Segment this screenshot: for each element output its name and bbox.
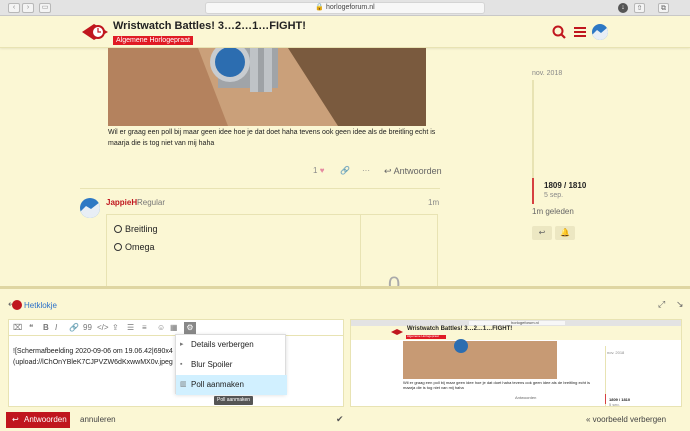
gear-icon[interactable]: ⚙: [184, 322, 196, 334]
reply-to-user[interactable]: Hetklokje: [24, 301, 57, 310]
search-icon[interactable]: [552, 25, 566, 39]
menu-item-details[interactable]: ▸ Details verbergen: [176, 335, 287, 355]
horlogeforum-logo[interactable]: [80, 20, 110, 44]
browser-toolbar: ‹ › ▭ 🔒 horlogeforum.nl ↓ ⇧ ⧉: [0, 0, 690, 16]
toggle-preview-link[interactable]: « voorbeeld verbergen: [586, 415, 666, 424]
numbered-list-icon[interactable]: ≡: [142, 322, 147, 334]
poll-option-label: Breitling: [125, 224, 158, 234]
category-badge[interactable]: Algemene Horlogepraat: [113, 36, 193, 45]
post-image[interactable]: [108, 48, 426, 126]
chevron-right-icon[interactable]: ›: [22, 3, 34, 13]
spoiler-icon: ▪: [180, 361, 183, 368]
preview-text: maarja die is tog niet van mij haha: [403, 385, 464, 390]
preview-reply: Antwoorden: [515, 395, 537, 400]
poll-option-breitling[interactable]: Breitling: [114, 224, 158, 234]
menu-item-label: Details verbergen: [191, 340, 254, 349]
post-time[interactable]: 1m: [428, 198, 439, 207]
bullet-list-icon[interactable]: ☰: [127, 322, 134, 334]
tabs-icon[interactable]: ⧉: [658, 3, 669, 13]
reply-composer: ↩ Hetklokje ⤢ ↘ ⌧ ❝ B I 🔗 99 </> ⇪ ☰ ≡ ☺…: [0, 286, 690, 431]
author-avatar[interactable]: [80, 198, 100, 218]
reply-to-avatar: [12, 300, 22, 310]
timeline-position: 1809 / 1810: [544, 181, 587, 190]
reply-button[interactable]: ↩ Antwoorden: [384, 166, 442, 177]
forum-header: Wristwatch Battles! 3…2…1…FIGHT! Algemen…: [0, 16, 690, 48]
reply-icon: ↩: [384, 166, 392, 176]
reply-icon: ↩: [12, 415, 19, 424]
menu-item-label: Blur Spoiler: [191, 360, 233, 369]
italic-icon[interactable]: I: [55, 322, 57, 334]
user-avatar[interactable]: [592, 24, 608, 40]
heart-icon: ♥: [319, 166, 325, 175]
topic-title[interactable]: Wristwatch Battles! 3…2…1…FIGHT!: [113, 20, 306, 32]
post-role: Regular: [137, 198, 166, 207]
download-icon[interactable]: ↓: [618, 3, 628, 13]
url-bar[interactable]: 🔒 horlogeforum.nl: [205, 2, 485, 14]
timeline-start-date[interactable]: nov. 2018: [532, 70, 562, 77]
collapse-icon[interactable]: ↘: [676, 299, 684, 310]
like-button[interactable]: 1 ♥: [313, 166, 324, 180]
post-divider: [80, 188, 440, 189]
preview-timeline-date: nov. 2018: [607, 350, 625, 355]
code-icon[interactable]: </>: [97, 322, 109, 334]
preview-url: horlogeforum.nl: [511, 320, 539, 325]
bold-icon[interactable]: B: [43, 322, 49, 334]
lock-icon: 🔒: [315, 4, 325, 11]
menu-item-label: Poll aanmaken: [191, 380, 244, 389]
url-text: horlogeforum.nl: [326, 4, 375, 11]
composer-preview: horlogeforum.nl Wristwatch Battles! 3…2……: [350, 319, 682, 407]
chart-bar-icon: ▥: [180, 381, 187, 388]
editor-toolbar: ⌧ ❝ B I 🔗 99 </> ⇪ ☰ ≡ ☺ ▦ ⚙: [8, 319, 344, 335]
link-icon[interactable]: 🔗: [340, 166, 350, 180]
blockquote-icon[interactable]: 99: [83, 322, 92, 334]
timeline-handle[interactable]: [532, 178, 534, 204]
options-menu: ▸ Details verbergen ▪ Blur Spoiler ▥ Pol…: [175, 334, 287, 395]
timeline-date: 5 sep.: [544, 192, 564, 199]
preview-title: Wristwatch Battles! 3…2…1…FIGHT!: [407, 326, 513, 332]
submit-label: Antwoorden: [24, 415, 67, 424]
caret-right-icon: ▸: [180, 341, 184, 348]
share-icon[interactable]: ⇧: [634, 3, 645, 13]
radio-icon: [114, 225, 122, 233]
reply-label: Antwoorden: [393, 166, 442, 176]
calendar-icon[interactable]: ▦: [170, 322, 178, 334]
submit-reply-button[interactable]: ↩ Antwoorden: [6, 412, 70, 428]
poll-separator: [360, 214, 361, 290]
more-icon[interactable]: ···: [362, 166, 370, 180]
poll-option-label: Omega: [125, 242, 155, 252]
radio-icon: [114, 243, 122, 251]
tooltip: Poll aanmaken: [214, 396, 254, 405]
menu-item-blur-spoiler[interactable]: ▪ Blur Spoiler: [176, 355, 287, 375]
like-count: 1: [313, 166, 318, 175]
preview-timeline-day: 5 sep.: [609, 402, 620, 407]
timeline-last-activity[interactable]: 1m geleden: [532, 207, 574, 216]
emoji-icon[interactable]: ☺: [157, 322, 165, 334]
menu-icon[interactable]: [573, 25, 587, 39]
notification-bell-icon[interactable]: 🔔: [555, 226, 575, 240]
menu-item-poll[interactable]: ▥ Poll aanmaken: [176, 375, 287, 395]
editor-line: ![Schermafbeelding 2020-09-06 om 19.06.4…: [13, 348, 173, 355]
toggle-options-icon[interactable]: ⌧: [13, 322, 22, 334]
post-author[interactable]: JappieH: [106, 198, 137, 207]
preview-category: Algemene Horlogepraat: [407, 334, 439, 338]
quote-icon[interactable]: ❝: [29, 322, 33, 334]
sidebar-icon[interactable]: ▭: [39, 3, 51, 13]
editor-line: (upload://lChOnYBleK7CJPVZW6dKxwwMX0v.jp…: [13, 359, 173, 366]
checkmark-icon: ✔: [336, 414, 344, 424]
chevron-left-icon[interactable]: ‹: [8, 3, 20, 13]
upload-icon[interactable]: ⇪: [112, 322, 119, 334]
cancel-link[interactable]: annuleren: [80, 415, 116, 424]
link-icon[interactable]: 🔗: [69, 322, 79, 334]
poll-option-omega[interactable]: Omega: [114, 242, 155, 252]
timeline-reply-icon[interactable]: ↩: [532, 226, 552, 240]
post-body-text: Wil er graag een poll bij maar geen idee…: [108, 129, 436, 147]
expand-icon[interactable]: ⤢: [658, 299, 665, 310]
